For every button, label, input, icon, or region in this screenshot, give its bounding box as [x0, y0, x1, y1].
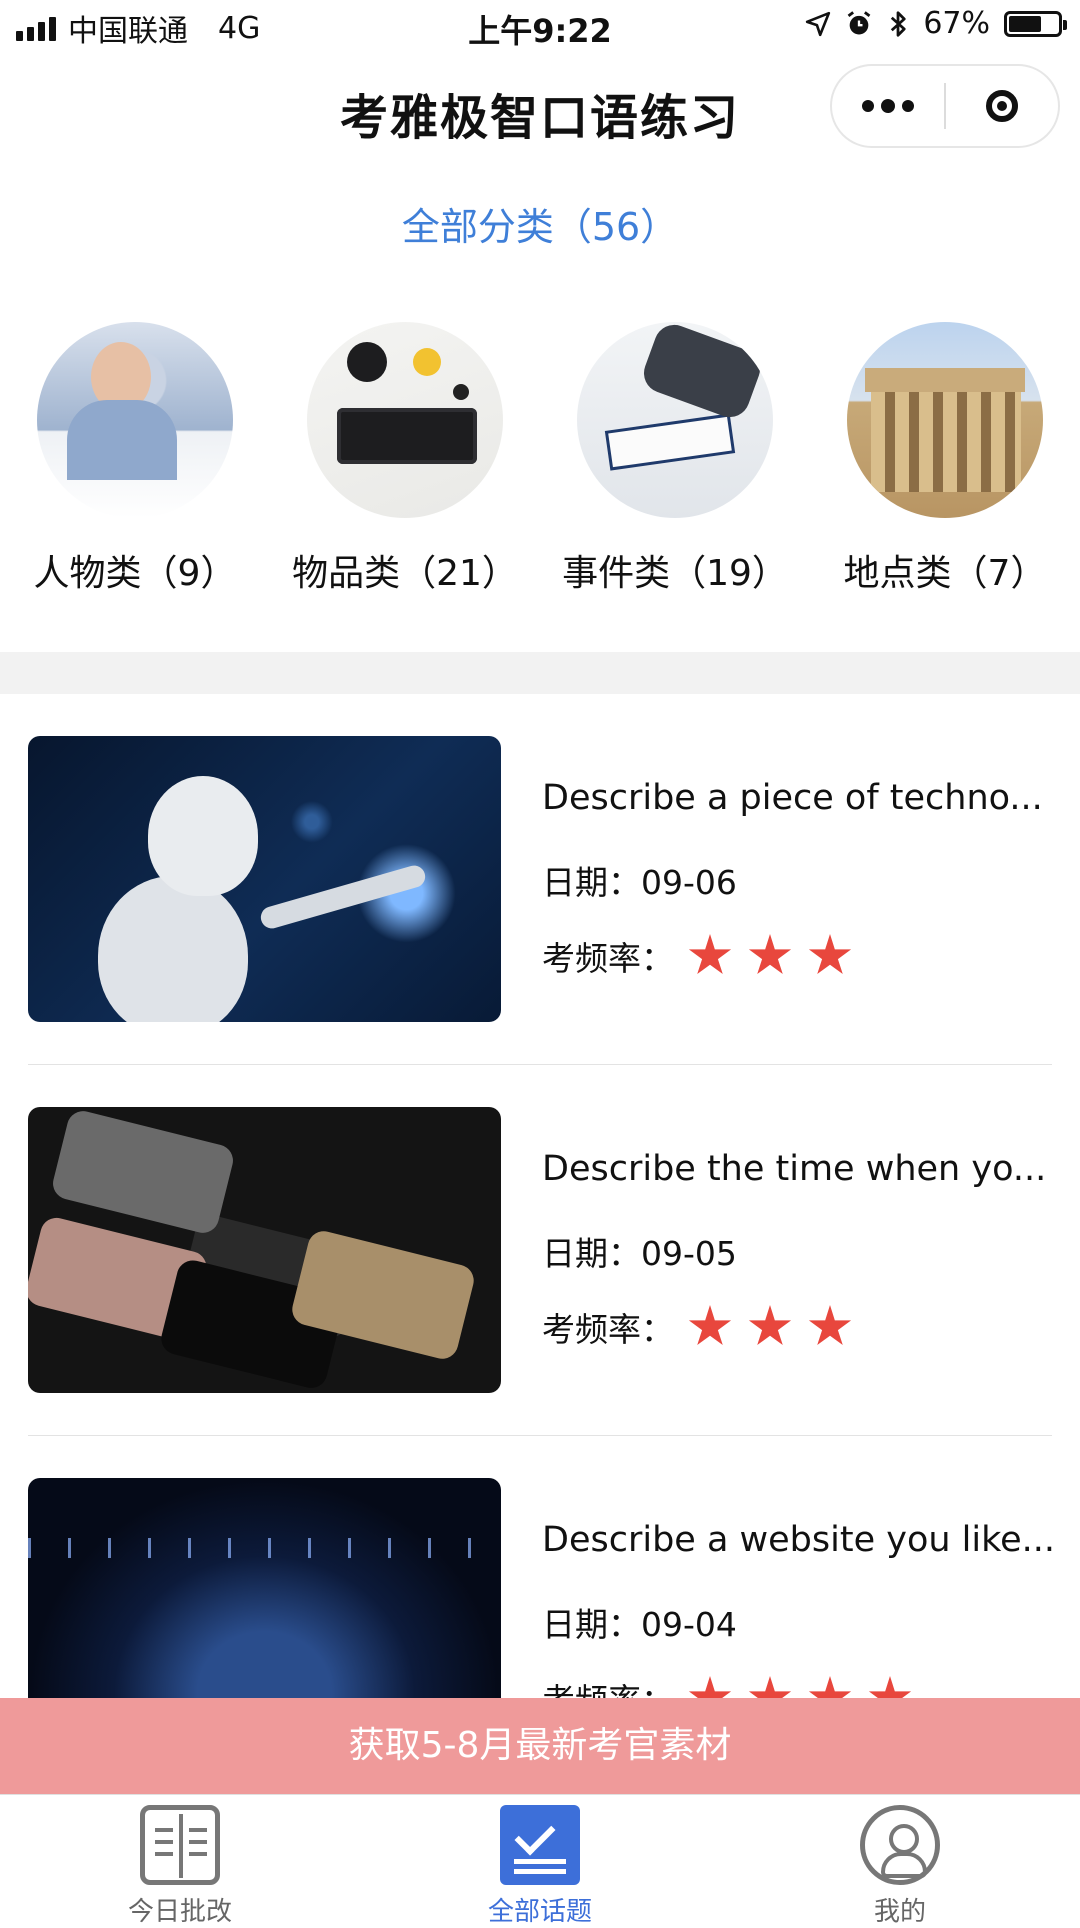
location-icon [806, 11, 831, 36]
category-row: 人物类（9） 物品类（21） 事件类（19） 地点类（7） [0, 322, 1080, 612]
status-right: 67% [805, 6, 1067, 41]
topic-date: 日期：09-05 [542, 1234, 737, 1273]
topic-date: 日期：09-06 [542, 863, 737, 902]
star-icon [808, 934, 852, 975]
close-target-icon [986, 90, 1018, 122]
robot-photo [28, 736, 501, 1022]
more-button[interactable] [832, 66, 944, 146]
phones-photo [28, 1107, 501, 1393]
battery-percent: 67% [923, 6, 990, 41]
tab-bar: 今日批改 全部话题 我的 [0, 1794, 1080, 1927]
status-bar: 中国联通 4G 上午9:22 67% [0, 0, 1080, 54]
section-divider [0, 652, 1080, 694]
topic-item[interactable]: Describe a piece of techno... 日期：09-06 考… [28, 694, 1052, 1065]
category-place[interactable]: 地点类（7） [810, 322, 1080, 596]
place-photo [847, 322, 1043, 518]
tab-label: 我的 [873, 1897, 926, 1927]
star-icon [688, 934, 732, 975]
tab-label: 今日批改 [127, 1897, 232, 1927]
tab-all-topics[interactable]: 全部话题 [440, 1805, 640, 1928]
more-dots-icon [862, 100, 874, 112]
battery-level [1009, 15, 1041, 32]
frequency-label: 考频率： [542, 939, 674, 978]
category-label: 人物类（9） [33, 553, 237, 594]
category-label: 物品类（21） [292, 553, 518, 594]
event-photo [577, 322, 773, 518]
objects-photo [307, 322, 503, 518]
frequency-stars [688, 1305, 852, 1349]
battery-icon [1004, 10, 1067, 37]
book-icon [140, 1805, 220, 1885]
topic-title: Describe a piece of techno... [542, 778, 1043, 818]
bluetooth-icon [891, 10, 906, 37]
user-icon [860, 1805, 940, 1885]
tab-today-review[interactable]: 今日批改 [80, 1805, 280, 1928]
topic-date: 日期：09-04 [542, 1605, 737, 1644]
category-goods[interactable]: 物品类（21） [270, 322, 540, 596]
topic-title: Describe a website you like... [542, 1520, 1056, 1560]
all-categories-link[interactable]: 全部分类（56） [0, 196, 1080, 251]
topic-item[interactable]: Describe the time when yo... 日期：09-05 考频… [28, 1065, 1052, 1436]
topic-frequency: 考频率： [542, 932, 852, 980]
star-icon [748, 934, 792, 975]
close-button[interactable] [946, 66, 1058, 146]
frequency-label: 考频率： [542, 1310, 674, 1349]
person-photo [37, 322, 233, 518]
star-icon [688, 1305, 732, 1346]
category-label: 地点类（7） [843, 553, 1047, 594]
tab-label: 全部话题 [487, 1897, 592, 1927]
topic-title: Describe the time when yo... [542, 1149, 1047, 1189]
tab-mine[interactable]: 我的 [800, 1805, 1000, 1928]
mini-program-capsule [830, 64, 1060, 148]
category-label: 事件类（19） [562, 553, 788, 594]
alarm-icon [847, 10, 871, 34]
star-icon [748, 1305, 792, 1346]
topic-frequency: 考频率： [542, 1303, 852, 1351]
frequency-stars [688, 934, 852, 978]
checklist-icon [500, 1805, 580, 1885]
promo-banner[interactable]: 获取5-8月最新考官素材 [0, 1698, 1080, 1794]
category-event[interactable]: 事件类（19） [540, 322, 810, 596]
nav-bar: 考雅极智口语练习 [0, 54, 1080, 164]
category-person[interactable]: 人物类（9） [0, 322, 270, 596]
star-icon [808, 1305, 852, 1346]
